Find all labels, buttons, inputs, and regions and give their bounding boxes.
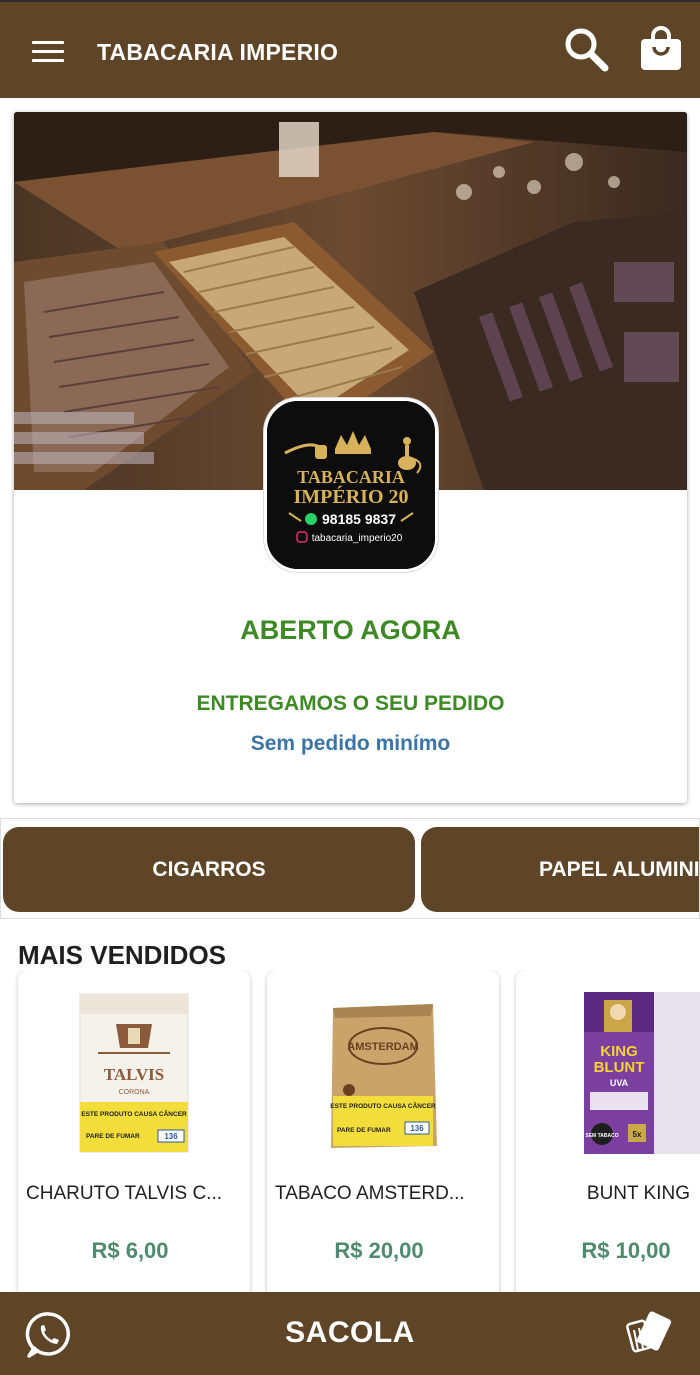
hamburger-menu-icon[interactable] bbox=[28, 35, 68, 67]
pack-warning: ESTE PRODUTO CAUSA CÂNCER bbox=[81, 1109, 187, 1118]
top-app-bar: TABACARIA IMPERIO bbox=[0, 0, 700, 98]
pack-badge: SEM TABACO bbox=[585, 1133, 618, 1139]
logo-line2: IMPÉRIO 20 bbox=[294, 485, 409, 508]
pack-sub: CORONA bbox=[119, 1089, 150, 1096]
pack-flavor: UVA bbox=[610, 1078, 629, 1088]
product-price: R$ 20,00 bbox=[334, 1238, 424, 1263]
category-papel-aluminio[interactable]: PAPEL ALUMINIO bbox=[421, 827, 699, 912]
shopping-bag-icon[interactable] bbox=[634, 22, 688, 76]
search-icon[interactable] bbox=[560, 24, 616, 74]
section-title-best-sellers: MAIS VENDIDOS bbox=[18, 940, 227, 970]
pack-brand: AMSTERDAM bbox=[347, 1041, 419, 1053]
product-name: CHARUTO TALVIS C... bbox=[26, 1183, 223, 1204]
product-image: KING BLUNT UVA SEM TABACO 5x bbox=[556, 986, 700, 1158]
logo-instagram: tabacaria_imperio20 bbox=[312, 533, 403, 544]
product-image: TALVIS CORONA ESTE PRODUTO CAUSA CÂNCER … bbox=[58, 986, 210, 1158]
min-order-info: Sem pedido minímo bbox=[250, 732, 451, 755]
best-sellers-carousel[interactable]: TALVIS CORONA ESTE PRODUTO CAUSA CÂNCER … bbox=[0, 970, 700, 1292]
pack-number: 136 bbox=[164, 1132, 178, 1141]
delivery-info: ENTREGAMOS O SEU PEDIDO bbox=[196, 692, 505, 715]
bag-button[interactable]: SACOLA bbox=[0, 1316, 700, 1350]
category-cigarros[interactable]: CIGARROS bbox=[3, 827, 415, 912]
pack-side: PARE DE FUMAR bbox=[337, 1127, 391, 1134]
pack-count: 5x bbox=[633, 1130, 642, 1139]
pack-warning: ESTE PRODUTO CAUSA CÂNCER bbox=[330, 1101, 436, 1110]
bottom-bar: SACOLA bbox=[0, 1292, 700, 1375]
pack-brand-2: BLUNT bbox=[594, 1059, 645, 1076]
product-name: TABACO AMSTERD... bbox=[275, 1183, 465, 1204]
logo-phone: 98185 9837 bbox=[322, 511, 396, 527]
logo-line1: TABACARIA bbox=[297, 467, 405, 487]
app-title: TABACARIA IMPERIO bbox=[97, 39, 339, 65]
product-price: R$ 6,00 bbox=[91, 1238, 169, 1263]
cards-icon[interactable] bbox=[622, 1304, 678, 1360]
pack-side: PARE DE FUMAR bbox=[86, 1133, 140, 1140]
product-card[interactable]: AMSTERDAM ESTE PRODUTO CAUSA CÂNCER PARE… bbox=[267, 970, 499, 1292]
store-logo: TABACARIA IMPÉRIO 20 98185 9837 tabacari… bbox=[264, 398, 438, 572]
product-price: R$ 10,00 bbox=[581, 1238, 671, 1263]
store-info-card: TABACARIA IMPÉRIO 20 98185 9837 tabacari… bbox=[14, 112, 687, 803]
product-image: AMSTERDAM ESTE PRODUTO CAUSA CÂNCER PARE… bbox=[307, 986, 459, 1158]
pack-number: 136 bbox=[410, 1124, 424, 1133]
category-carousel[interactable]: CIGARROS PAPEL ALUMINIO bbox=[0, 818, 700, 919]
pack-brand-1: KING bbox=[600, 1043, 638, 1060]
product-card[interactable]: KING BLUNT UVA SEM TABACO 5x BUNT KING R… bbox=[516, 970, 700, 1292]
store-status: ABERTO AGORA bbox=[240, 615, 461, 645]
pack-brand: TALVIS bbox=[104, 1065, 164, 1084]
product-card[interactable]: TALVIS CORONA ESTE PRODUTO CAUSA CÂNCER … bbox=[18, 970, 250, 1292]
product-name: BUNT KING bbox=[586, 1183, 690, 1204]
